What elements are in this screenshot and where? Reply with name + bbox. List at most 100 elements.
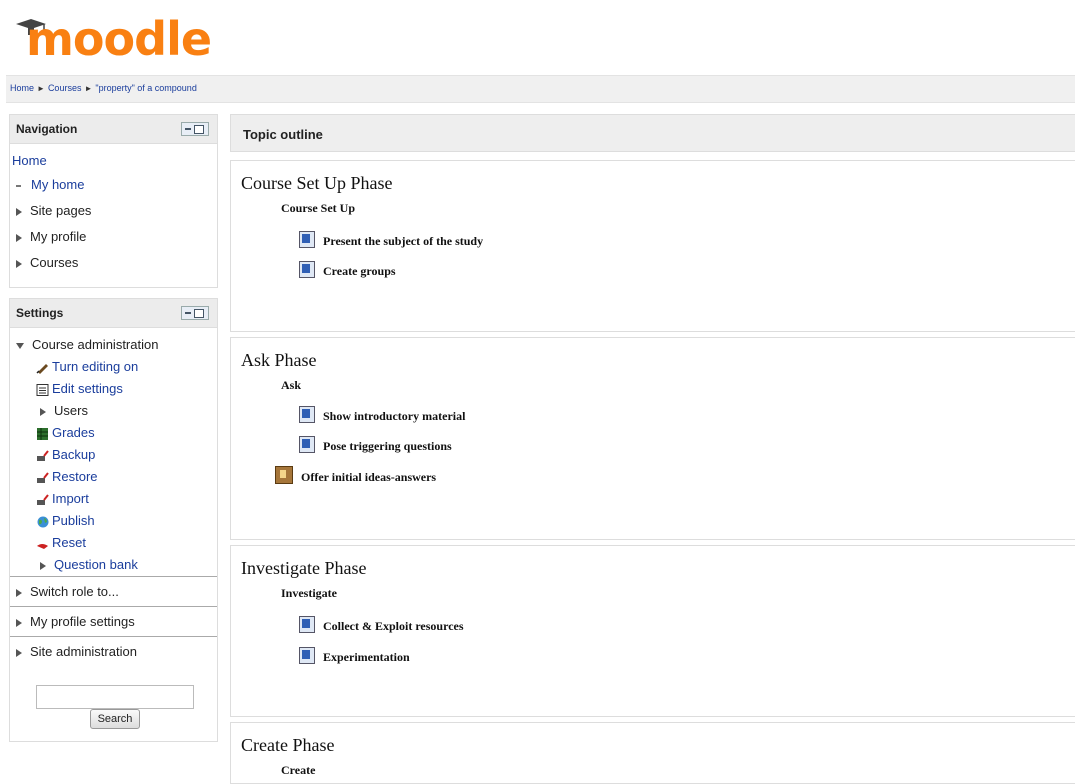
expand-triangle-icon[interactable]: [16, 233, 22, 242]
section-label: Ask: [281, 378, 302, 392]
grades-icon: [37, 427, 48, 440]
settings-item-publish[interactable]: Publish: [10, 510, 217, 532]
expand-triangle-icon[interactable]: [16, 648, 22, 657]
expand-triangle-icon[interactable]: [16, 618, 22, 627]
section-title: Investigate Phase: [241, 558, 367, 578]
activity-label[interactable]: Create groups: [323, 264, 396, 278]
nav-item-site-pages[interactable]: Site pages: [10, 198, 217, 224]
expand-triangle-icon[interactable]: [16, 207, 22, 216]
restore-link[interactable]: Restore: [52, 469, 98, 484]
settings-title: Settings: [16, 306, 64, 320]
navigation-block: Navigation Home My home Site pages My pr…: [9, 114, 218, 288]
dock-block-icon[interactable]: [181, 306, 209, 320]
pencil-icon: [36, 363, 48, 374]
course-section: Course Set Up Phase Course Set Up Presen…: [230, 160, 1075, 332]
switch-role[interactable]: Switch role to...: [10, 576, 217, 606]
page-resource-icon: [299, 647, 315, 664]
nav-item-my-home[interactable]: My home: [10, 172, 217, 198]
expand-triangle-icon[interactable]: [16, 588, 22, 597]
activity-label[interactable]: Experimentation: [323, 650, 410, 664]
logo-wordmark: moodle: [26, 12, 212, 66]
settings-item-restore[interactable]: Restore: [10, 466, 217, 488]
settings-item-reset[interactable]: Reset: [10, 532, 217, 554]
site-administration-label[interactable]: Site administration: [30, 644, 137, 659]
nav-item-home[interactable]: Home: [10, 150, 217, 172]
course-administration[interactable]: Course administration: [10, 334, 217, 356]
nav-item-courses[interactable]: Courses: [10, 250, 217, 276]
activity-link[interactable]: Pose triggering questions: [299, 436, 452, 454]
users-label[interactable]: Users: [54, 403, 88, 418]
section-title: Course Set Up Phase: [241, 173, 393, 193]
forum-label[interactable]: Offer initial ideas-answers: [301, 470, 436, 484]
search-button[interactable]: Search: [90, 709, 140, 729]
course-section: Investigate Phase Investigate Collect & …: [230, 545, 1075, 717]
settings-item-turn-editing-on[interactable]: Turn editing on: [10, 356, 217, 378]
grades-link[interactable]: Grades: [52, 425, 95, 440]
nav-site-pages-label[interactable]: Site pages: [30, 203, 91, 218]
nav-courses-label[interactable]: Courses: [30, 255, 78, 270]
reset-icon: [37, 543, 48, 549]
activity-label[interactable]: Present the subject of the study: [323, 234, 483, 248]
import-icon: [37, 493, 49, 505]
settings-item-question-bank[interactable]: Question bank: [10, 554, 217, 576]
question-bank-label[interactable]: Question bank: [54, 557, 138, 572]
dock-block-icon[interactable]: [181, 122, 209, 136]
nav-my-profile-label[interactable]: My profile: [30, 229, 86, 244]
section-label: Investigate: [281, 586, 337, 600]
my-profile-settings[interactable]: My profile settings: [10, 606, 217, 636]
settings-item-grades[interactable]: Grades: [10, 422, 217, 444]
expand-triangle-icon[interactable]: [40, 407, 46, 416]
section-title: Create Phase: [241, 735, 335, 755]
activity-label[interactable]: Collect & Exploit resources: [323, 619, 464, 633]
section-title: Ask Phase: [241, 350, 317, 370]
breadcrumb-courses[interactable]: Courses: [48, 83, 82, 93]
edit-settings-link[interactable]: Edit settings: [52, 381, 123, 396]
breadcrumb-home[interactable]: Home: [10, 83, 34, 93]
switch-role-label[interactable]: Switch role to...: [30, 584, 119, 599]
activity-label[interactable]: Pose triggering questions: [323, 439, 452, 453]
breadcrumb-separator: ►: [37, 84, 45, 93]
activity-link[interactable]: Create groups: [299, 261, 396, 279]
nav-home-label[interactable]: Home: [12, 153, 47, 168]
activity-label[interactable]: Show introductory material: [323, 409, 465, 423]
my-profile-settings-label[interactable]: My profile settings: [30, 614, 135, 629]
reset-link[interactable]: Reset: [52, 535, 86, 550]
nav-my-home-label[interactable]: My home: [31, 177, 84, 192]
navigation-block-header: Navigation: [10, 115, 217, 144]
settings-item-import[interactable]: Import: [10, 488, 217, 510]
activity-link[interactable]: Collect & Exploit resources: [299, 616, 464, 634]
page-resource-icon: [299, 406, 315, 423]
course-administration-label[interactable]: Course administration: [32, 337, 158, 352]
breadcrumb-bar: Home ► Courses ► "property" of a compound: [6, 75, 1075, 103]
course-section: Ask Phase Ask Show introductory material…: [230, 337, 1075, 540]
backup-link[interactable]: Backup: [52, 447, 95, 462]
settings-item-backup[interactable]: Backup: [10, 444, 217, 466]
settings-item-edit-settings[interactable]: Edit settings: [10, 378, 217, 400]
restore-icon: [37, 471, 49, 483]
breadcrumb-course[interactable]: "property" of a compound: [95, 83, 196, 93]
page-resource-icon: [299, 261, 315, 278]
collapse-triangle-icon[interactable]: [16, 342, 24, 349]
topic-outline-header: Topic outline: [230, 114, 1075, 152]
course-section: Create Phase Create: [230, 722, 1075, 784]
forum-link[interactable]: Offer initial ideas-answers: [275, 466, 436, 485]
settings-item-users[interactable]: Users: [10, 400, 217, 422]
page-resource-icon: [299, 436, 315, 453]
nav-item-my-profile[interactable]: My profile: [10, 224, 217, 250]
section-label: Course Set Up: [281, 201, 355, 215]
activity-link[interactable]: Experimentation: [299, 647, 410, 665]
moodle-logo[interactable]: moodle: [8, 10, 228, 66]
navigation-title: Navigation: [16, 122, 78, 136]
expand-triangle-icon[interactable]: [40, 561, 46, 570]
activity-link[interactable]: Show introductory material: [299, 406, 465, 424]
site-administration[interactable]: Site administration: [10, 636, 217, 666]
forum-icon: [275, 466, 293, 484]
import-link[interactable]: Import: [52, 491, 89, 506]
page-resource-icon: [299, 231, 315, 248]
turn-editing-on-link[interactable]: Turn editing on: [52, 359, 138, 374]
activity-link[interactable]: Present the subject of the study: [299, 231, 483, 249]
admin-search-input[interactable]: [36, 685, 194, 709]
globe-icon: [37, 516, 49, 528]
publish-link[interactable]: Publish: [52, 513, 95, 528]
expand-triangle-icon[interactable]: [16, 259, 22, 268]
